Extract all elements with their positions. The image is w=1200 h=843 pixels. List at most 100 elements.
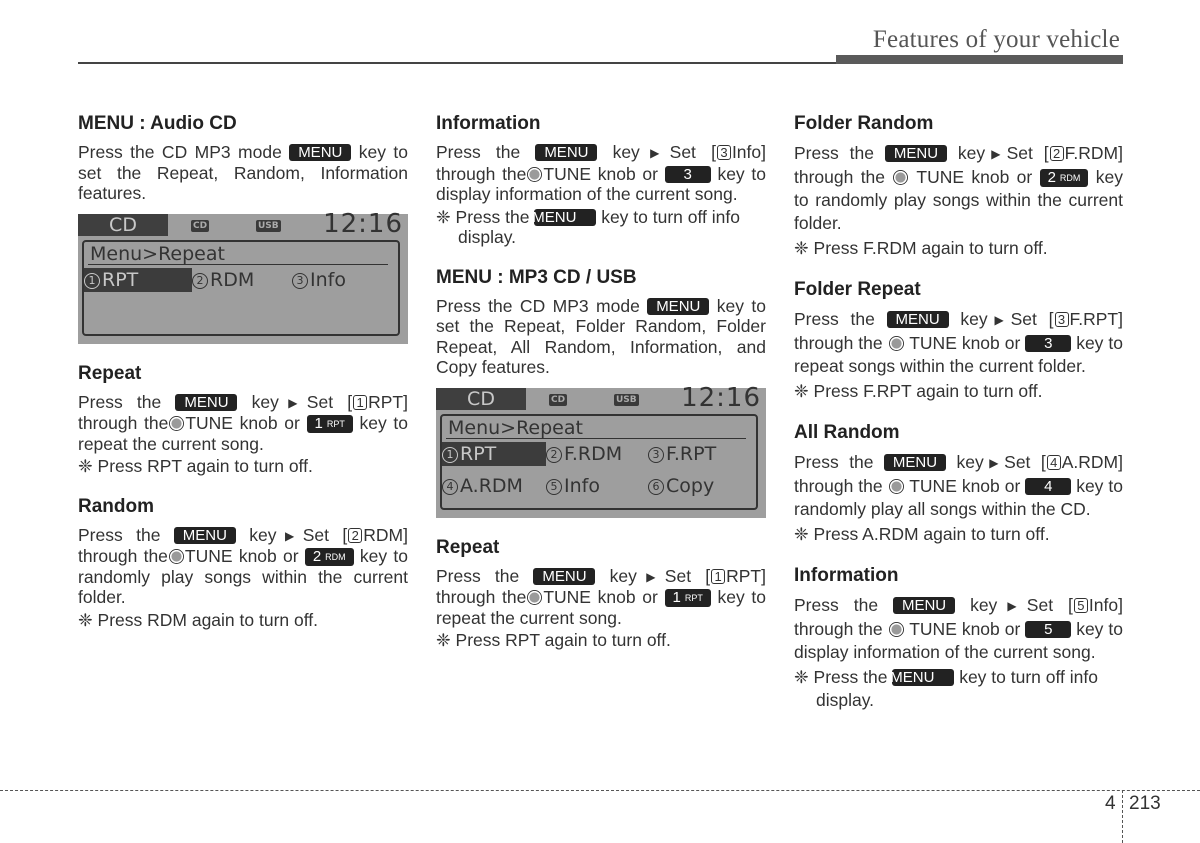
number-box-icon: 1 — [711, 568, 726, 584]
lcd-option-label: RPT — [102, 268, 139, 291]
tune-knob-icon — [527, 590, 543, 605]
lcd-breadcrumb: Menu>Repeat — [448, 416, 583, 439]
lcd-option-frdm: 2 F.RDM — [546, 442, 622, 466]
section-information: Information Press the MENU key▶Set [3 Inf… — [436, 112, 766, 248]
number-circle-icon: 3 — [648, 446, 664, 463]
text: ❈ Press the — [436, 206, 530, 227]
section-note: ❈ Press the MENU key to turn off info di… — [436, 207, 766, 248]
section-title: Information — [436, 113, 541, 134]
lcd-option-label: F.RDM — [564, 442, 623, 465]
text: through the — [78, 413, 169, 433]
key-number: 2 — [312, 548, 322, 565]
section-note: ❈ Press the MENU key to turn off info di… — [794, 666, 1123, 712]
text: Press the CD MP3 mode — [436, 295, 640, 316]
text: Press the — [78, 524, 161, 545]
text: Set [ — [669, 142, 716, 162]
header-rule — [78, 62, 838, 64]
section-folder-random: Folder Random Press the MENU key▶Set [2 F… — [794, 112, 1123, 260]
menu-key-icon: MENU — [647, 297, 710, 315]
key-sublabel: RDM — [325, 552, 346, 562]
lcd-option-label: Info — [564, 474, 600, 497]
section-folder-repeat: Folder Repeat Press the MENU key▶Set [3 F… — [794, 278, 1123, 403]
menu-key-icon: MENU — [175, 393, 238, 411]
text: TUNE — [185, 413, 233, 433]
text: Press the — [78, 391, 162, 412]
section-title: Folder Random — [794, 113, 934, 134]
lcd-option-label: F.RPT — [666, 442, 717, 465]
text: key — [960, 309, 988, 329]
number-circle-icon: 2 — [192, 272, 208, 289]
rpt-key-icon: 1 RPT — [306, 415, 353, 433]
rdm-key-icon: 2 RDM — [1039, 169, 1089, 187]
number-circle-icon: 1 — [442, 446, 458, 463]
section-repeat: Repeat Press the MENU key▶Set [1 RPT] thr… — [436, 536, 766, 651]
section-note: ❈ Press RDM again to turn off. — [78, 609, 318, 630]
menu-key-icon: MENU — [890, 669, 955, 686]
menu-key-icon: MENU — [893, 597, 956, 614]
key-sublabel: RPT — [326, 419, 345, 429]
section-body: Press the MENU key▶Set [4 A.RDM] through … — [794, 451, 1123, 521]
section-body: Press the MENU key▶Set [3 F.RPT] through … — [794, 308, 1123, 378]
section-title: All Random — [794, 422, 900, 443]
text: Set [ — [1026, 595, 1073, 615]
text: through the — [794, 619, 883, 639]
text: through the — [794, 333, 883, 353]
lcd-menu-frame: Menu>Repeat 1 RPT 2 F.RDM 3 F.RPT 4 A.RDM 5I… — [440, 413, 758, 510]
lcd-option-rpt: 1 RPT — [442, 441, 546, 466]
lcd-menu-frame: Menu>Repeat 1 RPT 2 RDM 3 Info — [82, 239, 400, 336]
tune-knob-icon — [893, 170, 909, 185]
section-body: Press the CD MP3 mode MENU key to set th… — [436, 296, 766, 378]
key-number: 1 — [672, 589, 681, 606]
usb-icon: USB — [614, 393, 639, 406]
arrow-right-icon: ▶ — [278, 395, 307, 410]
lcd-option-label: RDM — [210, 268, 255, 291]
column-2: Information Press the MENU key▶Set [3 Inf… — [436, 112, 766, 669]
key-3-icon: 3 — [1025, 335, 1072, 352]
number-box-icon: 2 — [348, 527, 363, 543]
lcd-status-bar: CD CD USB 12:16 — [436, 385, 766, 411]
text: through the — [794, 476, 883, 496]
key-sublabel: RPT — [684, 593, 703, 603]
lcd-option-frpt: 3 F.RPT — [648, 442, 716, 466]
text: knob or — [597, 163, 658, 184]
menu-key-icon: MENU — [533, 567, 596, 585]
section-title: Random — [78, 495, 154, 517]
arrow-right-icon: ▶ — [276, 528, 303, 543]
text: Set [ — [302, 524, 348, 545]
lcd-divider — [88, 263, 388, 265]
section-information: Information Press the MENU key▶Set [5 Inf… — [794, 564, 1123, 712]
lcd-option-label: Info — [310, 268, 346, 291]
lcd-option-info: 5 Info — [546, 474, 600, 498]
usb-icon: USB — [256, 219, 281, 232]
section-mp3-cd-usb: MENU : MP3 CD / USB Press the CD MP3 mod… — [436, 266, 766, 378]
lcd-status-bar: CD CD USB 12:16 — [78, 211, 408, 237]
text: Press the — [794, 595, 879, 615]
number-circle-icon: 6 — [648, 478, 664, 495]
text: through the — [794, 167, 886, 187]
arrow-right-icon: ▶ — [987, 313, 1011, 327]
lcd-divider — [446, 437, 746, 439]
text: Press the — [794, 452, 874, 472]
cd-icon: CD — [549, 393, 568, 406]
section-body: Press the MENU key▶Set [2 F.RDM] through … — [794, 142, 1123, 235]
lcd-display-audio-cd: CD CD USB 12:16 Menu>Repeat 1 RPT 2 RDM 3I… — [78, 211, 408, 344]
text: TUNE — [909, 333, 957, 353]
text: key — [612, 142, 640, 162]
lcd-option-label: RPT — [460, 442, 497, 465]
key-sublabel: RDM — [1059, 173, 1081, 183]
tune-knob-icon — [168, 549, 184, 564]
tune-knob-icon — [888, 622, 904, 637]
text: knob or — [961, 476, 1021, 496]
section-note: ❈ Press F.RPT again to turn off. — [794, 381, 1043, 401]
text: Press the — [794, 143, 875, 163]
number-box-icon: 3 — [1054, 312, 1069, 327]
number-box-icon: 2 — [1049, 146, 1064, 161]
section-audio-cd: MENU : Audio CD Press the CD MP3 mode ME… — [78, 112, 408, 204]
section-title: MENU : Audio CD — [78, 113, 237, 134]
text: key — [609, 565, 637, 586]
text: TUNE — [916, 167, 965, 187]
section-note: ❈ Press F.RDM again to turn off. — [794, 238, 1048, 258]
text: knob or — [961, 333, 1021, 353]
menu-key-icon: MENU — [884, 145, 947, 162]
menu-key-icon: MENU — [886, 311, 949, 328]
